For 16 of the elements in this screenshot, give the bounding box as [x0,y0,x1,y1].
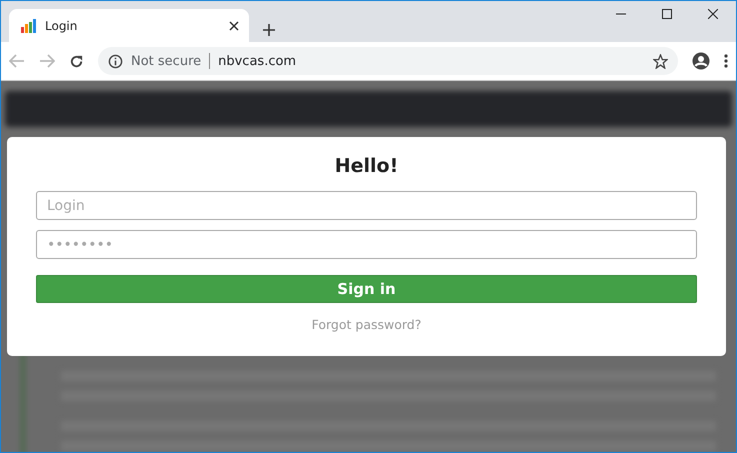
account-icon[interactable] [692,52,710,70]
password-field[interactable]: •••••••• [36,230,697,259]
menu-icon[interactable] [724,54,728,68]
bar-chart-icon [21,18,37,32]
new-tab-icon[interactable] [263,24,275,36]
address-bar[interactable]: Not secure nbvcas.com [98,47,678,75]
tab-title: Login [45,18,78,32]
browser-tab[interactable]: Login [9,9,249,42]
dialog-title: Hello! [334,155,398,177]
star-icon[interactable] [653,54,668,68]
url-text: nbvcas.com [218,54,298,68]
login-field[interactable]: Login [36,191,697,220]
security-label: Not secure [131,54,202,68]
info-icon[interactable] [108,54,123,68]
reload-icon[interactable] [69,54,84,68]
close-tab-icon[interactable] [229,20,239,30]
